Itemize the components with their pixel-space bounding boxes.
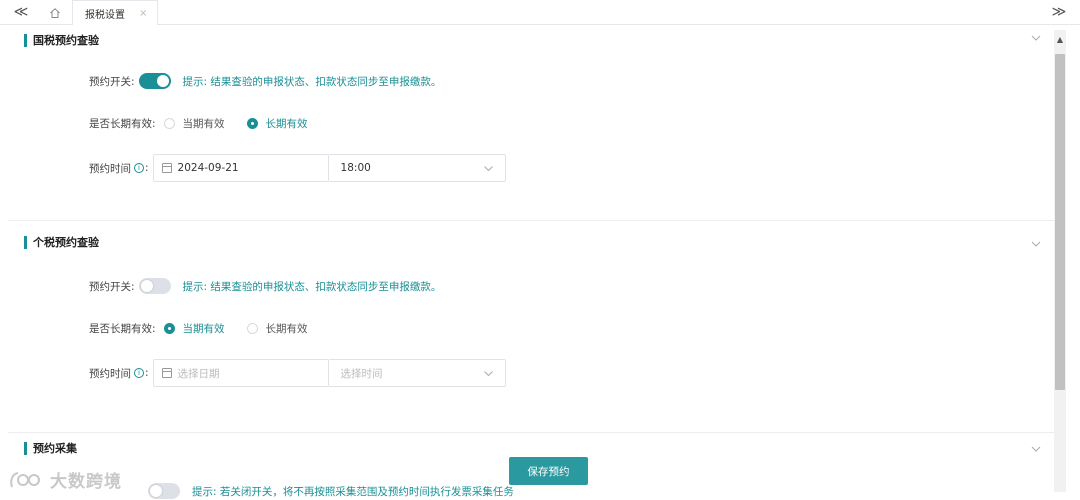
chevron-down-icon	[483, 165, 493, 171]
section-header: 预约采集	[24, 440, 77, 456]
radio-label: 长期有效	[265, 323, 308, 335]
collection-hint: 提示: 若关闭开关，将不再按照采集范围及预约时间执行发票采集任务	[192, 485, 514, 498]
collapse-chevron-icon[interactable]	[1030, 32, 1042, 44]
tab-bar: ≪ 报税设置 × ≫	[0, 0, 1080, 25]
switch-label: 预约开关:	[89, 75, 135, 88]
national-tax-section: 国税预约查验 预约开关: 提示: 结果查验的申报状态、扣款状态同步至申报缴款。 …	[8, 25, 1054, 215]
collapse-chevron-icon[interactable]	[1030, 238, 1042, 250]
save-reservation-button[interactable]: 保存预约	[509, 457, 588, 485]
validity-label: 是否长期有效:	[89, 323, 156, 335]
time-value: 18:00	[340, 162, 371, 174]
scroll-up-arrow-icon[interactable]: ▲	[1054, 34, 1066, 44]
time-label: 预约时间	[89, 162, 131, 175]
section-header: 个税预约查验	[24, 234, 99, 250]
collection-switch-row: 提示: 若关闭开关，将不再按照采集范围及预约时间执行发票采集任务	[88, 483, 514, 499]
scrollbar[interactable]: ▲	[1054, 30, 1066, 492]
radio-label: 当期有效	[182, 323, 225, 335]
collapse-chevron-icon[interactable]	[1030, 443, 1042, 455]
radio-label: 长期有效	[265, 118, 308, 130]
switch-row: 预约开关: 提示: 结果查验的申报状态、扣款状态同步至申报缴款。	[89, 278, 441, 294]
colon: :	[145, 367, 149, 379]
switch-row: 预约开关: 提示: 结果查验的申报状态、扣款状态同步至申报缴款。	[89, 73, 441, 89]
info-icon[interactable]: i	[134, 368, 144, 378]
date-placeholder: 选择日期	[177, 367, 220, 380]
colon: :	[145, 162, 149, 174]
hint-text: 提示: 结果查验的申报状态、扣款状态同步至申报缴款。	[182, 280, 442, 293]
main-content: 国税预约查验 预约开关: 提示: 结果查验的申报状态、扣款状态同步至申报缴款。 …	[8, 25, 1054, 493]
calendar-icon	[161, 368, 172, 378]
radio-dot	[246, 323, 258, 334]
radio-long-term[interactable]: 长期有效	[246, 321, 308, 336]
close-tab-icon[interactable]: ×	[139, 8, 147, 19]
date-picker[interactable]: 选择日期	[152, 359, 329, 387]
collection-switch[interactable]	[148, 483, 180, 499]
time-placeholder: 选择时间	[340, 367, 383, 380]
radio-current-period[interactable]: 当期有效	[163, 116, 225, 131]
radio-dot	[163, 118, 175, 129]
switch-knob	[156, 75, 169, 87]
date-picker[interactable]: 2024-09-21	[152, 154, 329, 182]
switch-knob	[140, 280, 153, 292]
home-icon	[50, 7, 60, 18]
time-row: 预约时间 i : 2024-09-21 18:00	[89, 154, 506, 182]
tab-label: 报税设置	[85, 9, 125, 21]
personal-tax-section: 个税预约查验 预约开关: 提示: 结果查验的申报状态、扣款状态同步至申报缴款。 …	[8, 230, 1054, 430]
date-value: 2024-09-21	[177, 162, 239, 174]
time-select[interactable]: 18:00	[328, 154, 506, 182]
time-row: 预约时间 i : 选择日期 选择时间	[89, 359, 506, 387]
expand-tabs-icon[interactable]: ≫	[1050, 3, 1068, 21]
switch-knob	[150, 485, 162, 497]
page: ≪ 报税设置 × ≫ 国税预约查验 预约开关: 提示: 结果查验的申报状态、扣款…	[0, 0, 1080, 500]
reservation-switch[interactable]	[138, 73, 171, 89]
hint-text: 提示: 结果查验的申报状态、扣款状态同步至申报缴款。	[182, 75, 442, 88]
time-select[interactable]: 选择时间	[328, 359, 506, 387]
section-divider	[8, 220, 1054, 221]
calendar-icon	[161, 163, 172, 173]
radio-long-term[interactable]: 长期有效	[246, 116, 308, 131]
radio-label: 当期有效	[182, 118, 225, 130]
reservation-switch[interactable]	[138, 278, 171, 294]
time-label: 预约时间	[89, 367, 131, 380]
section-title: 个税预约查验	[33, 236, 99, 249]
scroll-thumb[interactable]	[1055, 54, 1065, 390]
section-accent-bar	[24, 441, 27, 455]
switch-label: 预约开关:	[89, 280, 135, 293]
validity-row: 是否长期有效: 当期有效 长期有效	[89, 116, 330, 131]
section-accent-bar	[24, 235, 27, 249]
radio-current-period[interactable]: 当期有效	[163, 321, 225, 336]
chevron-down-icon	[483, 370, 493, 376]
collapse-sidebar-icon[interactable]: ≪	[12, 3, 30, 21]
section-header: 国税预约查验	[24, 32, 99, 48]
home-tab[interactable]	[40, 0, 70, 25]
section-divider	[8, 432, 1054, 433]
watermark: 大数跨境	[8, 467, 122, 492]
info-icon[interactable]: i	[134, 163, 144, 173]
radio-dot-selected	[246, 118, 258, 129]
section-accent-bar	[24, 33, 27, 47]
watermark-logo-icon	[10, 471, 40, 487]
validity-label: 是否长期有效:	[89, 118, 156, 130]
tab-tax-settings[interactable]: 报税设置 ×	[72, 0, 158, 25]
section-title: 国税预约查验	[33, 34, 99, 47]
watermark-text: 大数跨境	[50, 472, 122, 492]
section-title: 预约采集	[33, 442, 77, 455]
validity-row: 是否长期有效: 当期有效 长期有效	[89, 321, 330, 336]
radio-dot-selected	[163, 323, 175, 334]
